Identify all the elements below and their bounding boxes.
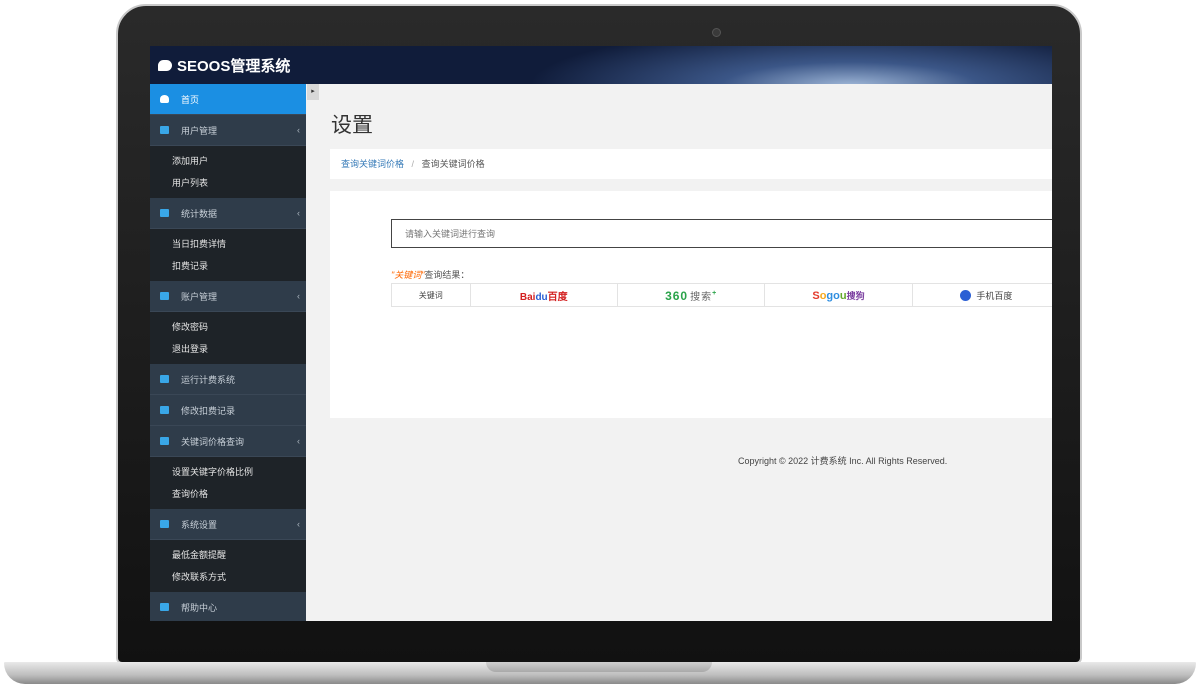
sidebar-item-label: 首页 bbox=[181, 94, 200, 105]
breadcrumb-current: 查询关键词价格 bbox=[421, 159, 485, 169]
sidebar-item-label: 用户管理 bbox=[181, 125, 218, 136]
camera-icon bbox=[712, 28, 721, 37]
sidebar-subitem[interactable]: 用户列表 bbox=[150, 172, 306, 194]
keyword-header-cell: 关键词 bbox=[392, 284, 471, 306]
baidu-cell[interactable]: Baidu百度 bbox=[471, 284, 618, 306]
sidebar-item-5[interactable]: 修改扣费记录 bbox=[150, 395, 306, 426]
comments-icon bbox=[158, 60, 172, 71]
sidebar-subitem[interactable]: 最低金额提醒 bbox=[150, 544, 306, 566]
mobile-baidu-logo: 手机百度 bbox=[960, 289, 1012, 302]
sidebar-subitem[interactable]: 查询价格 bbox=[150, 483, 306, 505]
chevron-left-icon: ‹ bbox=[297, 291, 300, 301]
chevron-left-icon: ‹ bbox=[297, 436, 300, 446]
brand[interactable]: SEOOS管理系统 bbox=[158, 55, 290, 76]
360-search-logo: 360 搜索+ bbox=[665, 288, 718, 303]
sidebar-submenu: 设置关键字价格比例 查询价格 bbox=[150, 457, 306, 509]
sogou-cell[interactable]: Sogou搜狗 bbox=[765, 284, 913, 306]
sidebar-item-label: 帮助中心 bbox=[181, 602, 218, 613]
sidebar: 首页用户管理 ‹ 添加用户 用户列表统计数据 ‹ 当日扣费详情 扣费记录账户管理 ‹ 修改密码退… bbox=[150, 84, 306, 621]
sidebar-item-6[interactable]: 关键词价格查询 ‹ bbox=[150, 426, 306, 457]
sidebar-collapse-button[interactable]: ▸ bbox=[307, 84, 319, 100]
laptop-notch bbox=[486, 662, 712, 672]
top-bar: SEOOS管理系统 bbox=[150, 46, 1052, 84]
sidebar-subitem[interactable]: 设置关键字价格比例 bbox=[150, 461, 306, 483]
edit-icon bbox=[160, 292, 169, 300]
sidebar-submenu: 最低金额提醒 修改联系方式 bbox=[150, 540, 306, 592]
dashboard-icon bbox=[160, 95, 169, 103]
footer-copyright: Copyright © 2022 计费系统 Inc. All Rights Re… bbox=[738, 456, 948, 466]
monitor-icon bbox=[160, 126, 169, 134]
sidebar-submenu: 当日扣费详情 扣费记录 bbox=[150, 229, 306, 281]
sidebar-item-7[interactable]: 系统设置 ‹ bbox=[150, 509, 306, 540]
sogou-logo: Sogou搜狗 bbox=[812, 289, 865, 302]
screen: SEOOS管理系统 首页用户管理 ‹ 添加用户 用户列表统计数据 ‹ 当日扣费详情 扣费记录… bbox=[150, 46, 1052, 621]
sidebar-item-label: 修改扣费记录 bbox=[181, 405, 236, 416]
sidebar-item-4[interactable]: 运行计费系统 bbox=[150, 364, 306, 395]
sidebar-item-2[interactable]: 统计数据 ‹ bbox=[150, 198, 306, 229]
sidebar-subitem[interactable]: 添加用户 bbox=[150, 150, 306, 172]
sidebar-item-8[interactable]: 帮助中心 bbox=[150, 592, 306, 621]
edit-icon bbox=[160, 520, 169, 528]
mobile-baidu-cell[interactable]: 手机百度 bbox=[913, 284, 1052, 306]
baidu-paw-icon bbox=[960, 289, 972, 301]
sidebar-item-label: 运行计费系统 bbox=[181, 374, 236, 385]
chevron-left-icon: ‹ bbox=[297, 125, 300, 135]
breadcrumb-link[interactable]: 查询关键词价格 bbox=[341, 159, 404, 169]
360-search-cell[interactable]: 360 搜索+ bbox=[618, 284, 766, 306]
sidebar-item-label: 统计数据 bbox=[181, 208, 218, 219]
keyword-tag: "关键词" bbox=[391, 270, 425, 280]
chevron-left-icon: ‹ bbox=[297, 208, 300, 218]
sidebar-item-label: 账户管理 bbox=[181, 291, 218, 302]
result-caption: "关键词"查询结果： bbox=[391, 268, 469, 281]
query-panel: "关键词"查询结果： 关键词 Baidu百度 360搜索+ Sogou搜狗 手机… bbox=[330, 191, 1052, 418]
sidebar-item-label: 关键词价格查询 bbox=[181, 436, 245, 447]
sidebar-subitem[interactable]: 退出登录 bbox=[150, 338, 306, 360]
sidebar-subitem[interactable]: 扣费记录 bbox=[150, 255, 306, 277]
sidebar-submenu: 添加用户 用户列表 bbox=[150, 146, 306, 198]
brand-title: SEOOS管理系统 bbox=[177, 58, 291, 75]
page-title: 设置 bbox=[331, 114, 373, 137]
breadcrumb-separator: / bbox=[411, 159, 415, 169]
baidu-logo: Baidu百度 bbox=[519, 291, 568, 303]
sidebar-item-3[interactable]: 账户管理 ‹ bbox=[150, 281, 306, 312]
sidebar-item-0[interactable]: 首页 bbox=[150, 84, 306, 115]
sidebar-item-1[interactable]: 用户管理 ‹ bbox=[150, 115, 306, 146]
caption-suffix: 查询结果： bbox=[424, 270, 470, 280]
sidebar-subitem[interactable]: 修改联系方式 bbox=[150, 566, 306, 588]
file-icon bbox=[160, 406, 169, 414]
chart-icon bbox=[160, 209, 169, 217]
chevron-left-icon: ‹ bbox=[297, 519, 300, 529]
result-table: 关键词 Baidu百度 360 搜索+ Sogou搜狗 手机百度 bbox=[391, 283, 1052, 307]
edit-icon bbox=[160, 437, 169, 445]
sidebar-submenu: 修改密码 退出登录 bbox=[150, 312, 306, 364]
breadcrumb: 查询关键词价格 / 查询关键词价格 bbox=[330, 149, 1052, 179]
file-icon bbox=[160, 603, 169, 611]
sidebar-subitem[interactable]: 修改密码 bbox=[150, 316, 306, 338]
file-icon bbox=[160, 375, 169, 383]
keyword-search-input[interactable] bbox=[391, 219, 1052, 248]
sidebar-item-label: 系统设置 bbox=[181, 519, 218, 530]
sidebar-subitem[interactable]: 当日扣费详情 bbox=[150, 233, 306, 255]
